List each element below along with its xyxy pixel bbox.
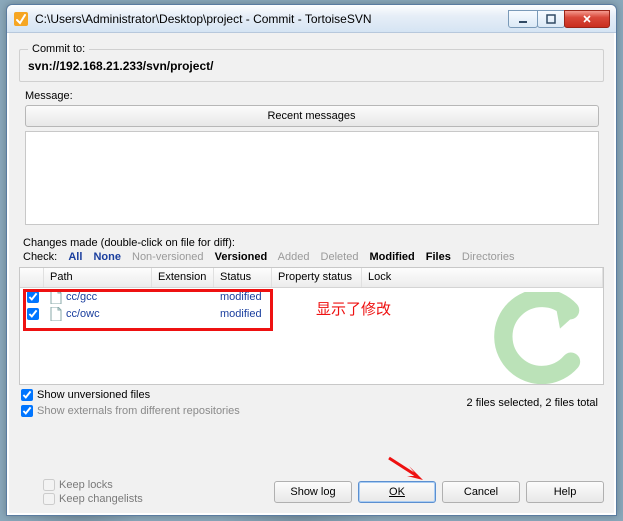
row-checkbox[interactable] xyxy=(27,308,39,320)
show-unversioned-checkbox[interactable] xyxy=(21,389,33,401)
filter-versioned[interactable]: Versioned xyxy=(215,251,268,263)
filter-directories[interactable]: Directories xyxy=(462,251,515,263)
window-title: C:\Users\Administrator\Desktop\project -… xyxy=(35,12,509,26)
file-path: cc/owc xyxy=(66,308,100,320)
keep-changelists-label: Keep changelists xyxy=(59,493,143,505)
cancel-button[interactable]: Cancel xyxy=(442,481,520,503)
maximize-button[interactable] xyxy=(537,10,565,28)
filter-none[interactable]: None xyxy=(93,251,121,263)
client-area: Commit to: svn://192.168.21.233/svn/proj… xyxy=(9,33,614,513)
row-checkbox[interactable] xyxy=(27,291,39,303)
filter-row: Check: All None Non-versioned Versioned … xyxy=(23,251,604,263)
message-textarea[interactable] xyxy=(25,131,599,225)
window-buttons xyxy=(509,10,610,28)
commit-url: svn://192.168.21.233/svn/project/ xyxy=(28,59,595,73)
show-externals-label: Show externals from different repositori… xyxy=(37,405,240,417)
file-status: modified xyxy=(214,291,272,303)
titlebar: C:\Users\Administrator\Desktop\project -… xyxy=(7,5,616,33)
table-row[interactable]: cc/owc modified xyxy=(20,305,603,322)
file-path: cc/gcc xyxy=(66,291,97,303)
help-button[interactable]: Help xyxy=(526,481,604,503)
selection-status: 2 files selected, 2 files total xyxy=(467,397,598,409)
commit-to-group: Commit to: svn://192.168.21.233/svn/proj… xyxy=(19,43,604,82)
show-unversioned-row[interactable]: Show unversioned files xyxy=(21,387,467,403)
keep-locks-checkbox[interactable] xyxy=(43,479,55,491)
keep-locks-label: Keep locks xyxy=(59,479,113,491)
grid-header: Path Extension Status Property status Lo… xyxy=(20,268,603,288)
col-property-status[interactable]: Property status xyxy=(272,268,362,287)
show-externals-checkbox[interactable] xyxy=(21,405,33,417)
button-bar: Keep locks Keep changelists Show log OK … xyxy=(9,477,614,507)
show-unversioned-label: Show unversioned files xyxy=(37,389,150,401)
ok-button[interactable]: OK xyxy=(358,481,436,503)
file-icon xyxy=(50,307,62,321)
changes-label: Changes made (double-click on file for d… xyxy=(23,237,604,249)
message-label: Message: xyxy=(25,90,604,102)
filter-modified[interactable]: Modified xyxy=(370,251,415,263)
col-check[interactable] xyxy=(20,268,44,287)
filter-all[interactable]: All xyxy=(68,251,82,263)
show-log-button[interactable]: Show log xyxy=(274,481,352,503)
recent-messages-button[interactable]: Recent messages xyxy=(25,105,599,127)
commit-to-label: Commit to: xyxy=(28,43,89,55)
locks-group: Keep locks Keep changelists xyxy=(43,478,143,506)
filter-files[interactable]: Files xyxy=(426,251,451,263)
minimize-button[interactable] xyxy=(508,10,538,28)
file-icon xyxy=(50,290,62,304)
table-row[interactable]: cc/gcc modified xyxy=(20,288,603,305)
grid-body: cc/gcc modified cc/owc modified xyxy=(20,288,603,384)
close-button[interactable] xyxy=(564,10,610,28)
app-icon xyxy=(13,11,29,27)
filter-deleted[interactable]: Deleted xyxy=(321,251,359,263)
ok-label: OK xyxy=(389,486,405,498)
file-grid: Path Extension Status Property status Lo… xyxy=(19,267,604,385)
show-externals-row[interactable]: Show externals from different repositori… xyxy=(21,403,467,419)
keep-changelists-checkbox[interactable] xyxy=(43,493,55,505)
col-lock[interactable]: Lock xyxy=(362,268,603,287)
file-status: modified xyxy=(214,308,272,320)
check-prefix: Check: xyxy=(23,251,57,263)
col-path[interactable]: Path xyxy=(44,268,152,287)
filter-added[interactable]: Added xyxy=(278,251,310,263)
window: C:\Users\Administrator\Desktop\project -… xyxy=(6,4,617,516)
col-status[interactable]: Status xyxy=(214,268,272,287)
status-line: Show unversioned files Show externals fr… xyxy=(19,385,604,419)
filter-nonversioned[interactable]: Non-versioned xyxy=(132,251,204,263)
col-extension[interactable]: Extension xyxy=(152,268,214,287)
